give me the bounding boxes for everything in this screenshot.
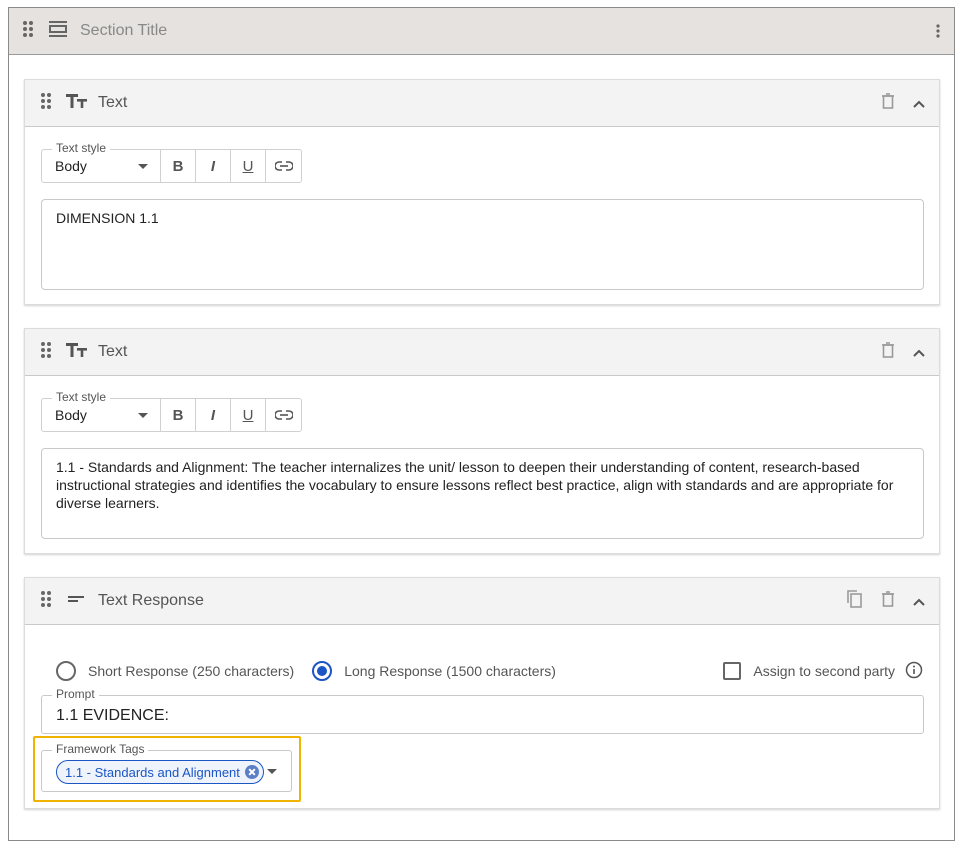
card-title: Text xyxy=(98,343,128,360)
short-response-radio[interactable] xyxy=(56,661,76,681)
section-title[interactable]: Section Title xyxy=(80,22,167,40)
card-title: Text Response xyxy=(98,592,204,609)
drag-handle-icon[interactable] xyxy=(40,341,52,364)
link-button[interactable] xyxy=(266,399,301,431)
section-icon xyxy=(48,20,68,42)
short-response-label[interactable]: Short Response (250 characters) xyxy=(88,663,294,679)
prompt-label: Prompt xyxy=(52,687,99,701)
highlight-box xyxy=(33,736,301,802)
prompt-field[interactable]: Prompt 1.1 EVIDENCE: xyxy=(41,687,924,734)
dropdown-caret-icon xyxy=(138,164,148,169)
second-party-checkbox[interactable] xyxy=(723,662,742,680)
text-style-select[interactable]: Text style Body xyxy=(42,390,161,431)
text-style-value: Body xyxy=(55,407,87,423)
link-icon xyxy=(274,161,293,171)
rich-text-editor[interactable]: 1.1 - Standards and Alignment: The teach… xyxy=(41,448,924,539)
response-length-options: Short Response (250 characters) Long Res… xyxy=(56,660,923,682)
drag-handle-icon[interactable] xyxy=(40,92,52,115)
short-text-icon xyxy=(66,591,88,612)
collapse-icon[interactable] xyxy=(913,95,925,113)
second-party-option: Assign to second party xyxy=(723,660,923,682)
text-block-card: Text Text style Body B I U DIMENSION 1.1 xyxy=(24,79,940,305)
card-header: Text xyxy=(25,80,939,127)
duplicate-icon[interactable] xyxy=(846,590,863,613)
format-toolbar: Text style Body B I U xyxy=(41,141,302,183)
section-header: Section Title xyxy=(9,8,954,55)
link-button[interactable] xyxy=(266,150,301,182)
link-icon xyxy=(274,410,293,420)
info-icon[interactable] xyxy=(905,661,923,682)
text-type-icon xyxy=(66,342,88,363)
second-party-label[interactable]: Assign to second party xyxy=(753,663,895,679)
card-header: Text Response xyxy=(25,578,939,625)
long-response-label[interactable]: Long Response (1500 characters) xyxy=(344,663,556,679)
card-header: Text xyxy=(25,329,939,376)
text-style-value: Body xyxy=(55,158,87,174)
dropdown-caret-icon xyxy=(138,413,148,418)
rich-text-editor[interactable]: DIMENSION 1.1 xyxy=(41,199,924,290)
drag-handle-icon[interactable] xyxy=(22,20,34,43)
bold-button[interactable]: B xyxy=(161,150,196,182)
drag-handle-icon[interactable] xyxy=(40,590,52,613)
text-style-label: Text style xyxy=(52,141,111,155)
text-style-label: Text style xyxy=(52,390,111,404)
text-style-select[interactable]: Text style Body xyxy=(42,141,161,182)
collapse-icon[interactable] xyxy=(913,344,925,362)
collapse-icon[interactable] xyxy=(913,593,925,611)
format-toolbar: Text style Body B I U xyxy=(41,390,302,432)
delete-icon[interactable] xyxy=(881,591,895,612)
long-response-radio[interactable] xyxy=(312,661,333,681)
card-title: Text xyxy=(98,94,128,111)
text-type-icon xyxy=(66,93,88,114)
underline-button[interactable]: U xyxy=(231,150,266,182)
form-builder-frame: Section Title Text Text style Body B I U… xyxy=(8,7,955,841)
underline-button[interactable]: U xyxy=(231,399,266,431)
more-options-icon[interactable] xyxy=(936,24,940,43)
prompt-value[interactable]: 1.1 EVIDENCE: xyxy=(56,707,169,725)
delete-icon[interactable] xyxy=(881,342,895,363)
italic-button[interactable]: I xyxy=(196,150,231,182)
delete-icon[interactable] xyxy=(881,93,895,114)
text-block-card: Text Text style Body B I U 1.1 - Standar… xyxy=(24,328,940,554)
bold-button[interactable]: B xyxy=(161,399,196,431)
italic-button[interactable]: I xyxy=(196,399,231,431)
